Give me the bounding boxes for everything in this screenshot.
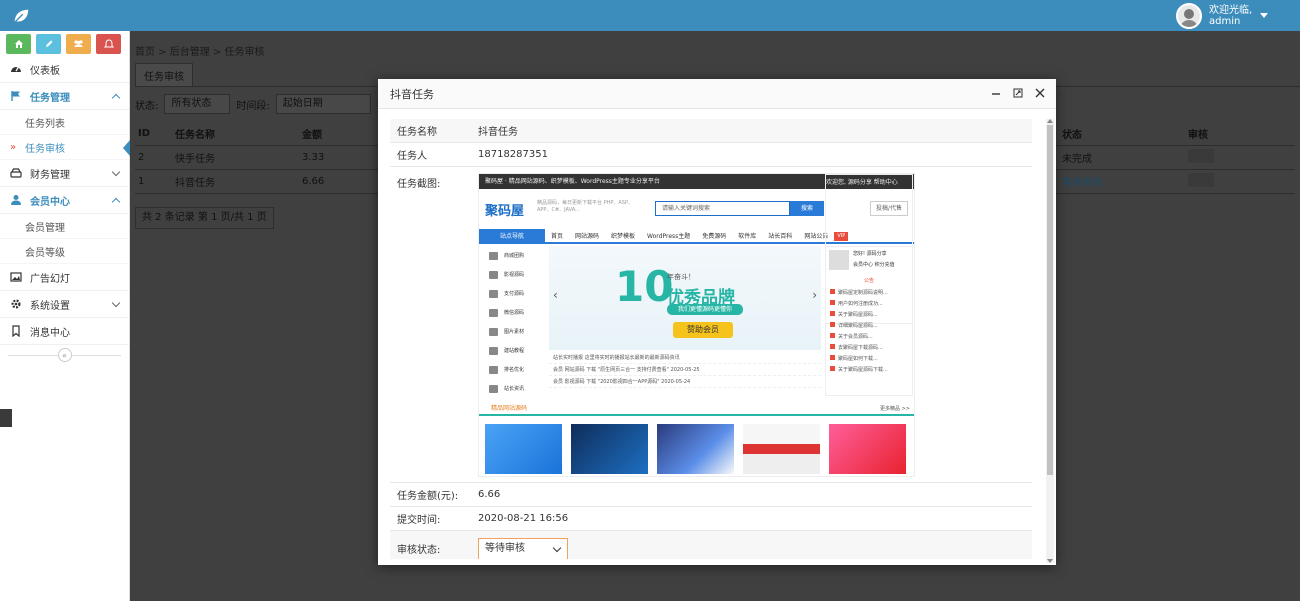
sidebar-item-label: 广告幻灯 bbox=[30, 273, 70, 285]
bookmark-icon bbox=[12, 325, 20, 337]
sidebar-subitem-label: 会员管理 bbox=[25, 222, 65, 234]
collapse-icon[interactable]: « bbox=[57, 348, 72, 362]
active-indicator bbox=[123, 140, 130, 156]
maximize-icon[interactable] bbox=[1012, 87, 1024, 99]
user-menu[interactable]: 欢迎光临, admin bbox=[1176, 0, 1286, 31]
tab-task-review[interactable]: 任务审核 bbox=[135, 63, 193, 87]
status-filter-select[interactable]: 所有状态 bbox=[164, 94, 231, 114]
sidebar-collapse-row: « bbox=[0, 345, 129, 365]
time-filter-label: 时间段: bbox=[236, 100, 270, 112]
user-icon bbox=[11, 195, 21, 205]
sidebar-item-settings[interactable]: 系统设置 bbox=[0, 291, 129, 318]
top-bar: 欢迎光临, admin bbox=[0, 0, 1300, 31]
minimize-icon[interactable] bbox=[990, 87, 1002, 99]
task-name-value: 抖音任务 bbox=[478, 127, 518, 138]
user-name: admin bbox=[1209, 15, 1241, 27]
field-row-task-name: 任务名称 抖音任务 bbox=[390, 119, 1032, 143]
modal-body: 任务名称 抖音任务 任务人 18718287351 任务截图: 聚码屋 · 精品… bbox=[390, 119, 1032, 559]
scroll-down-icon[interactable] bbox=[1047, 559, 1053, 563]
sidebar-subitem-member-level[interactable]: 会员等级 bbox=[0, 239, 129, 264]
field-row-review-status: 审核状态: 等待审核 bbox=[390, 531, 1032, 559]
task-screenshot-image[interactable]: 聚码屋 · 精品网站源码、织梦模板、WordPress主题专业分享平台 欢迎您,… bbox=[478, 173, 915, 477]
sidebar-subitem-label: 任务列表 bbox=[25, 118, 65, 130]
users-icon[interactable] bbox=[66, 34, 91, 54]
side-toggle-tab[interactable] bbox=[0, 409, 12, 427]
sidebar-subitem-label: 任务审核 bbox=[25, 143, 65, 155]
sidebar-item-label: 任务管理 bbox=[30, 92, 70, 104]
sidebar-subitem-label: 会员等级 bbox=[25, 247, 65, 259]
sidebar-subitem-task-review[interactable]: 任务审核 bbox=[0, 135, 130, 160]
task-person-value: 18718287351 bbox=[478, 149, 548, 160]
site-logo: 聚码屋 bbox=[485, 204, 525, 219]
sidebar-subitem-task-list[interactable]: 任务列表 bbox=[0, 110, 129, 135]
task-amount-value: 6.66 bbox=[478, 489, 501, 500]
close-icon[interactable] bbox=[1034, 87, 1046, 99]
modal-title: 抖音任务 bbox=[390, 87, 434, 101]
submit-time-value: 2020-08-21 16:56 bbox=[478, 513, 569, 524]
chevron-down-icon bbox=[111, 167, 121, 177]
pagination-info: 共 2 条记录 第 1 页/共 1 页 bbox=[135, 207, 274, 229]
start-date-input[interactable]: 起始日期 bbox=[275, 94, 371, 114]
flag-icon bbox=[11, 91, 20, 101]
leaf-icon[interactable] bbox=[12, 7, 30, 25]
field-row-submit-time: 提交时间: 2020-08-21 16:56 bbox=[390, 507, 1032, 531]
breadcrumb: 首页 > 后台管理 > 任务审核 bbox=[135, 47, 265, 58]
sidebar-item-label: 会员中心 bbox=[30, 196, 70, 208]
bell-icon[interactable] bbox=[96, 34, 121, 54]
sidebar-item-ads[interactable]: 广告幻灯 bbox=[0, 264, 129, 291]
task-modal: 抖音任务 任务名称 抖音任务 任务人 18718287351 任务截图: 聚码屋… bbox=[378, 79, 1056, 565]
modal-header: 抖音任务 bbox=[378, 79, 1056, 109]
sidebar-item-member-center[interactable]: 会员中心 bbox=[0, 187, 129, 214]
sidebar-item-label: 消息中心 bbox=[30, 327, 70, 339]
home-icon[interactable] bbox=[6, 34, 31, 54]
sidebar-item-dashboard[interactable]: 仪表板 bbox=[0, 56, 129, 83]
status-filter-label: 状态: bbox=[135, 100, 159, 112]
site-banner: ‹ › 10 年奋斗！ 优秀品牌 我们更懂源码更懂你 赞助会员 bbox=[549, 246, 821, 350]
filter-bar: 状态: 所有状态 时间段: 起始日期 截 bbox=[135, 93, 387, 115]
scroll-up-icon[interactable] bbox=[1047, 119, 1053, 123]
field-row-task-person: 任务人 18718287351 bbox=[390, 143, 1032, 167]
sidebar-item-task-management[interactable]: 任务管理 bbox=[0, 83, 129, 110]
scroll-thumb[interactable] bbox=[1047, 125, 1053, 475]
field-row-amount: 任务金额(元): 6.66 bbox=[390, 483, 1032, 507]
review-button[interactable] bbox=[1188, 173, 1214, 187]
gear-icon bbox=[11, 299, 21, 309]
sidebar-subitem-member-management[interactable]: 会员管理 bbox=[0, 214, 129, 239]
chevron-up-icon bbox=[111, 93, 121, 103]
review-button[interactable] bbox=[1188, 149, 1214, 163]
quick-buttons bbox=[0, 31, 129, 56]
sidebar-item-label: 财务管理 bbox=[30, 169, 70, 181]
modal-scrollbar[interactable] bbox=[1046, 119, 1054, 563]
chevron-up-icon bbox=[111, 197, 121, 207]
hdd-icon bbox=[10, 168, 22, 178]
pencil-icon[interactable] bbox=[36, 34, 61, 54]
chevron-down-icon bbox=[111, 298, 121, 308]
avatar[interactable] bbox=[1176, 2, 1202, 29]
image-icon bbox=[10, 272, 22, 282]
dashboard-icon bbox=[11, 66, 21, 72]
caret-down-icon[interactable] bbox=[1260, 13, 1269, 18]
sidebar-item-finance[interactable]: 财务管理 bbox=[0, 160, 129, 187]
sidebar-item-messages[interactable]: 消息中心 bbox=[0, 318, 129, 345]
sidebar-item-label: 仪表板 bbox=[30, 65, 60, 77]
review-status-select[interactable]: 等待审核 bbox=[478, 537, 568, 559]
user-greeting: 欢迎光临, bbox=[1209, 4, 1253, 16]
sidebar-item-label: 系统设置 bbox=[30, 300, 70, 312]
sidebar: 仪表板 任务管理 任务列表 任务审核 财务管理 会员中心 会员管理 会员等级 广… bbox=[0, 31, 130, 601]
field-row-screenshot: 任务截图: 聚码屋 · 精品网站源码、织梦模板、WordPress主题专业分享平… bbox=[390, 167, 1032, 483]
